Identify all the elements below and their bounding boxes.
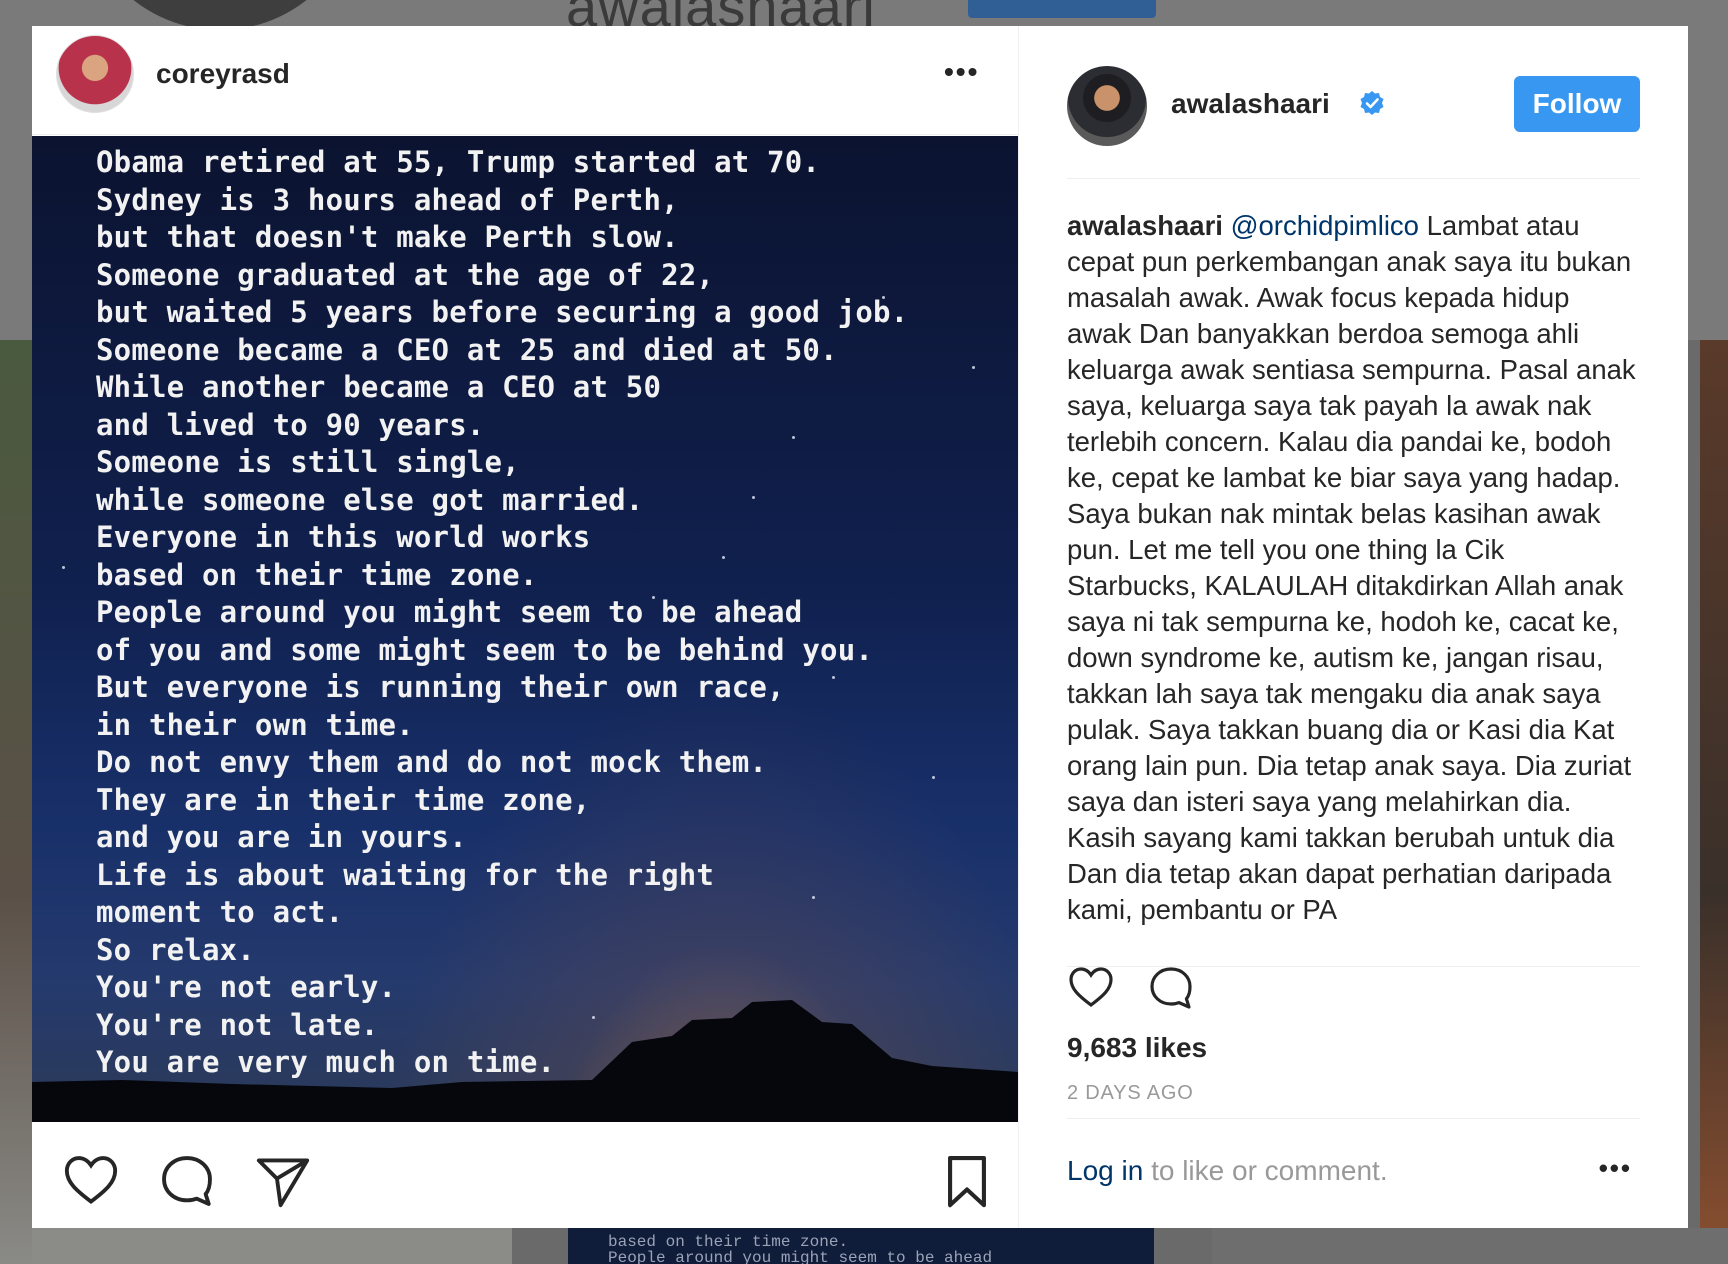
comment-icon[interactable]	[1147, 964, 1195, 1012]
bookmark-icon[interactable]	[938, 1152, 996, 1210]
heart-icon[interactable]	[62, 1152, 120, 1210]
caption-scroll-area[interactable]: awalashaari @orchidpimlico Lambat atau c…	[1067, 196, 1640, 967]
like-count[interactable]: 9,683 likes	[1067, 1032, 1207, 1064]
login-prompt-text: to like or comment.	[1143, 1155, 1388, 1186]
share-icon[interactable]	[254, 1152, 312, 1210]
post-media-panel: coreyrasd ••• Obama retired at 55, Trump…	[32, 26, 1018, 1228]
verified-badge-icon	[1360, 91, 1384, 115]
post-timestamp[interactable]: 2 DAYS AGO	[1067, 1082, 1194, 1105]
follow-button[interactable]: Follow	[1514, 76, 1640, 132]
post-header: coreyrasd •••	[32, 26, 1018, 135]
backdrop-tile	[1700, 340, 1728, 1264]
login-link[interactable]: Log in	[1067, 1155, 1143, 1186]
heart-icon[interactable]	[1067, 964, 1115, 1012]
profile-username[interactable]: awalashaari	[1171, 88, 1330, 120]
post-image[interactable]: Obama retired at 55, Trump started at 70…	[32, 136, 1018, 1122]
backdrop-tile-caption: based on their time zone. People around …	[568, 1228, 1154, 1264]
backdrop-tile	[0, 340, 32, 1264]
quote-text: Obama retired at 55, Trump started at 70…	[96, 145, 909, 1079]
login-prompt: Log in to like or comment.	[1067, 1155, 1388, 1187]
post-author-username[interactable]: coreyrasd	[156, 58, 290, 90]
comment-footer: Log in to like or comment. •••	[1067, 1118, 1640, 1229]
caption-mention[interactable]: @orchidpimlico	[1231, 210, 1419, 241]
post-caption: awalashaari @orchidpimlico Lambat atau c…	[1067, 208, 1640, 928]
caption-username[interactable]: awalashaari	[1067, 210, 1223, 241]
avatar[interactable]	[56, 35, 134, 113]
ellipsis-icon[interactable]: •••	[1599, 1153, 1632, 1184]
caption-text: Lambat atau cepat pun perkembangan anak …	[1067, 210, 1636, 925]
backdrop-tile	[32, 1228, 512, 1264]
post-actions-bar	[32, 1122, 1018, 1228]
backdrop-follow-button	[968, 0, 1156, 18]
comment-icon[interactable]	[158, 1152, 216, 1210]
profile-header: awalashaari Follow	[1067, 26, 1640, 179]
ellipsis-icon[interactable]: •••	[944, 56, 979, 88]
avatar[interactable]	[1067, 66, 1147, 146]
mountain-silhouette	[32, 1000, 1018, 1122]
post-modal: coreyrasd ••• Obama retired at 55, Trump…	[32, 26, 1688, 1228]
post-info-panel: awalashaari Follow awalashaari @orchidpi…	[1019, 26, 1688, 1228]
backdrop-tile	[1212, 1228, 1728, 1264]
